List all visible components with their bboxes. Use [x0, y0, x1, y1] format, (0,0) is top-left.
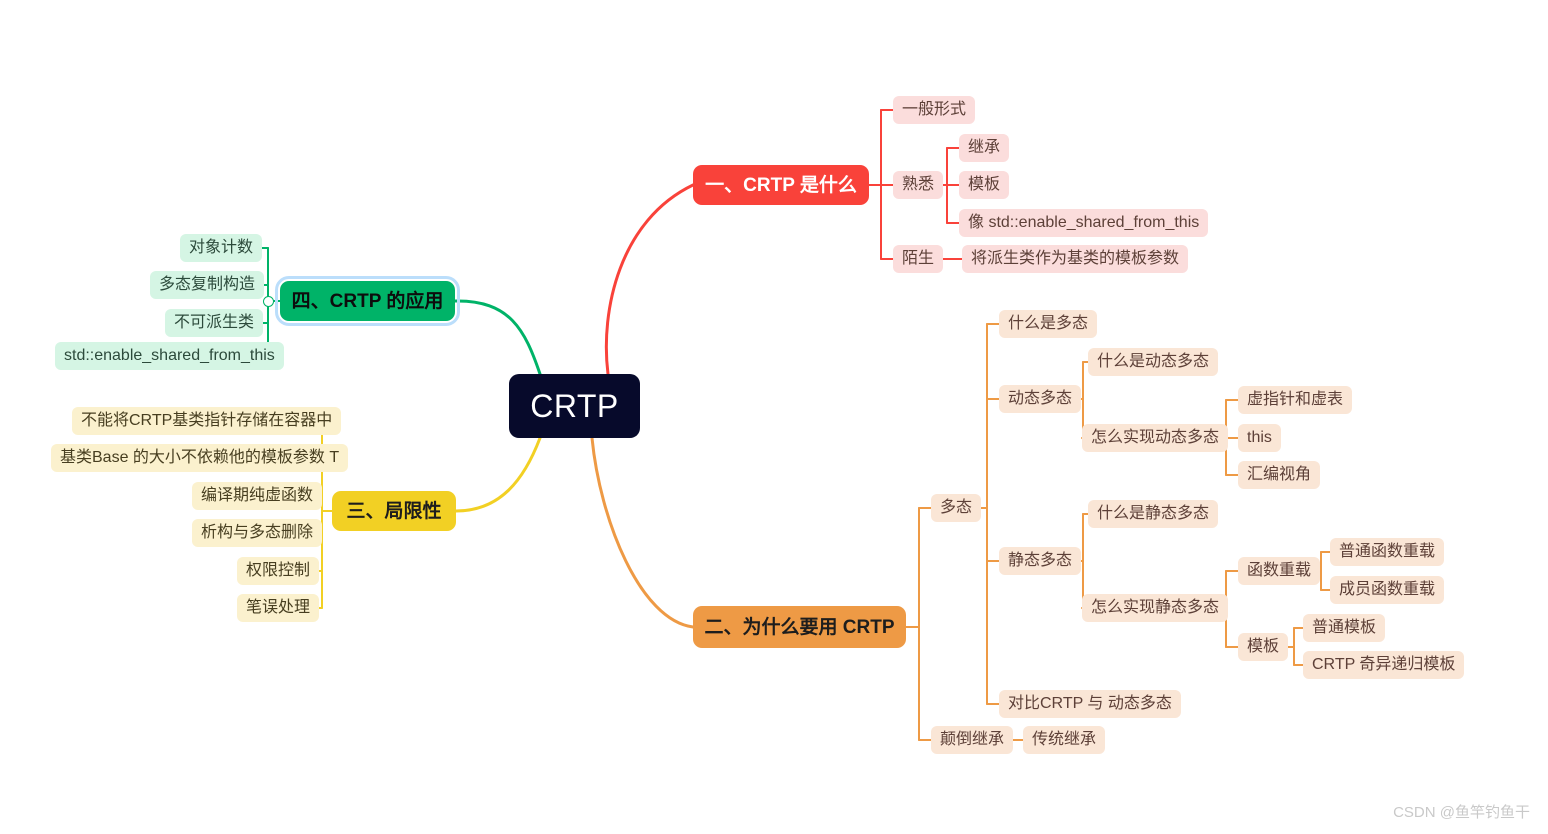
- sub-node-label: 对象计数: [189, 239, 254, 256]
- sub-node[interactable]: 笔误处理: [237, 594, 320, 622]
- sub-node-label: 不能将CRTP基类指针存储在容器中: [81, 412, 333, 429]
- sub-node[interactable]: 颠倒继承: [931, 726, 1014, 754]
- sub-node[interactable]: 不可派生类: [165, 309, 264, 337]
- sub-node-label: 模板: [1247, 638, 1280, 655]
- sub-node[interactable]: 一般形式: [893, 96, 976, 124]
- sub-node[interactable]: 模板: [959, 171, 1010, 199]
- sub-node[interactable]: 传统继承: [1023, 726, 1106, 754]
- sub-node[interactable]: 普通函数重载: [1330, 538, 1445, 566]
- main-node-label: 一、CRTP 是什么: [705, 174, 857, 196]
- sub-node[interactable]: 汇编视角: [1238, 461, 1321, 489]
- sub-node[interactable]: 函数重载: [1238, 557, 1321, 585]
- sub-node[interactable]: 继承: [959, 134, 1010, 162]
- collapse-toggle-icon[interactable]: [263, 296, 274, 307]
- sub-node-label: 静态多态: [1008, 552, 1073, 569]
- root-branch-wire-green: [453, 299, 542, 376]
- sub-node-label: 什么是多态: [1008, 315, 1089, 332]
- sub-node-label: 模板: [968, 176, 1001, 193]
- sub-node[interactable]: std::enable_shared_from_this: [55, 342, 284, 370]
- main-node-branch-4-applications[interactable]: 四、CRTP 的应用: [275, 276, 460, 326]
- sub-node-label: 一般形式: [902, 101, 967, 118]
- root-branch-wire-yellow: [454, 436, 542, 513]
- sub-node[interactable]: 熟悉: [893, 171, 944, 199]
- sub-node-label: 虚指针和虚表: [1247, 391, 1344, 408]
- sub-node-label: this: [1247, 429, 1272, 446]
- sub-node[interactable]: 多态复制构造: [150, 271, 265, 299]
- sub-node[interactable]: 成员函数重载: [1330, 576, 1445, 604]
- root-node-crtp[interactable]: CRTP: [509, 374, 640, 438]
- sub-node[interactable]: 模板: [1238, 633, 1289, 661]
- sub-node-label: 析构与多态删除: [201, 524, 314, 541]
- sub-node[interactable]: 基类Base 的大小不依赖他的模板参数 T: [51, 444, 349, 472]
- sub-node-label: std::enable_shared_from_this: [64, 347, 275, 364]
- sub-node-label: 什么是静态多态: [1097, 505, 1210, 522]
- sub-node-label: 权限控制: [246, 562, 311, 579]
- sub-node[interactable]: 陌生: [893, 245, 944, 273]
- sub-node[interactable]: 对象计数: [180, 234, 263, 262]
- sub-node-label: CRTP 奇异递归模板: [1312, 656, 1456, 673]
- sub-node-label: 陌生: [902, 250, 935, 267]
- main-node-label: 四、CRTP 的应用: [291, 290, 444, 312]
- sub-node[interactable]: 不能将CRTP基类指针存储在容器中: [72, 407, 342, 435]
- sub-node-label: 像 std::enable_shared_from_this: [968, 214, 1200, 231]
- sub-node[interactable]: 静态多态: [999, 547, 1082, 575]
- sub-node-label: 多态复制构造: [159, 276, 256, 293]
- sub-node[interactable]: 动态多态: [999, 385, 1082, 413]
- sub-node-label: 熟悉: [902, 176, 935, 193]
- main-node-branch-2-why-use-crtp[interactable]: 二、为什么要用 CRTP: [693, 606, 906, 648]
- sub-node-label: 怎么实现静态多态: [1091, 599, 1220, 616]
- sub-node-label: 编译期纯虚函数: [201, 487, 314, 504]
- sub-node-label: 成员函数重载: [1339, 581, 1436, 598]
- sub-node[interactable]: 将派生类作为基类的模板参数: [962, 245, 1189, 273]
- sub-node[interactable]: 虚指针和虚表: [1238, 386, 1353, 414]
- sub-node-label: 传统继承: [1032, 731, 1097, 748]
- main-node-branch-3-limitations[interactable]: 三、局限性: [332, 491, 456, 531]
- sub-node[interactable]: 编译期纯虚函数: [192, 482, 323, 510]
- main-node-label: 三、局限性: [346, 500, 442, 522]
- sub-node-label: 基类Base 的大小不依赖他的模板参数 T: [60, 449, 340, 466]
- root-branch-wire-orange: [590, 436, 695, 629]
- sub-node[interactable]: 像 std::enable_shared_from_this: [959, 209, 1209, 237]
- sub-node-label: 普通模板: [1312, 619, 1377, 636]
- sub-node-label: 汇编视角: [1247, 466, 1312, 483]
- sub-node[interactable]: 权限控制: [237, 557, 320, 585]
- watermark: CSDN @鱼竿钓鱼干: [1393, 804, 1530, 821]
- sub-node-label: 将派生类作为基类的模板参数: [971, 250, 1180, 267]
- sub-node[interactable]: 怎么实现动态多态: [1082, 424, 1229, 452]
- main-node-label: 二、为什么要用 CRTP: [704, 616, 895, 638]
- sub-node-label: 不可派生类: [174, 314, 255, 331]
- root-branch-wire-red: [604, 183, 695, 376]
- sub-node[interactable]: 什么是动态多态: [1088, 348, 1219, 376]
- sub-node-label: 什么是动态多态: [1097, 353, 1210, 370]
- sub-node[interactable]: 什么是多态: [999, 310, 1098, 338]
- sub-node[interactable]: 什么是静态多态: [1088, 500, 1219, 528]
- sub-node[interactable]: 普通模板: [1303, 614, 1386, 642]
- mindmap-canvas: CRTP CSDN @鱼竿钓鱼干 一、CRTP 是什么 一般形式 熟悉 陌生 继承 模板像…: [0, 0, 1548, 834]
- sub-node[interactable]: this: [1238, 424, 1281, 452]
- sub-node[interactable]: 对比CRTP 与 动态多态: [999, 690, 1181, 718]
- sub-node[interactable]: CRTP 奇异递归模板: [1303, 651, 1465, 679]
- sub-node[interactable]: 多态: [931, 494, 982, 522]
- sub-node-label: 对比CRTP 与 动态多态: [1008, 695, 1172, 712]
- sub-node[interactable]: 怎么实现静态多态: [1082, 594, 1229, 622]
- sub-node-label: 颠倒继承: [940, 731, 1005, 748]
- sub-node-label: 怎么实现动态多态: [1091, 429, 1220, 446]
- sub-node-label: 普通函数重载: [1339, 543, 1436, 560]
- sub-node-label: 多态: [940, 499, 973, 516]
- root-node-label: CRTP: [530, 388, 619, 424]
- sub-node-label: 笔误处理: [246, 599, 311, 616]
- sub-node[interactable]: 析构与多态删除: [192, 519, 323, 547]
- sub-node-label: 动态多态: [1008, 390, 1073, 407]
- main-node-branch-1-what-is-crtp[interactable]: 一、CRTP 是什么: [693, 165, 869, 205]
- sub-node-label: 继承: [968, 139, 1001, 156]
- sub-node-label: 函数重载: [1247, 562, 1312, 579]
